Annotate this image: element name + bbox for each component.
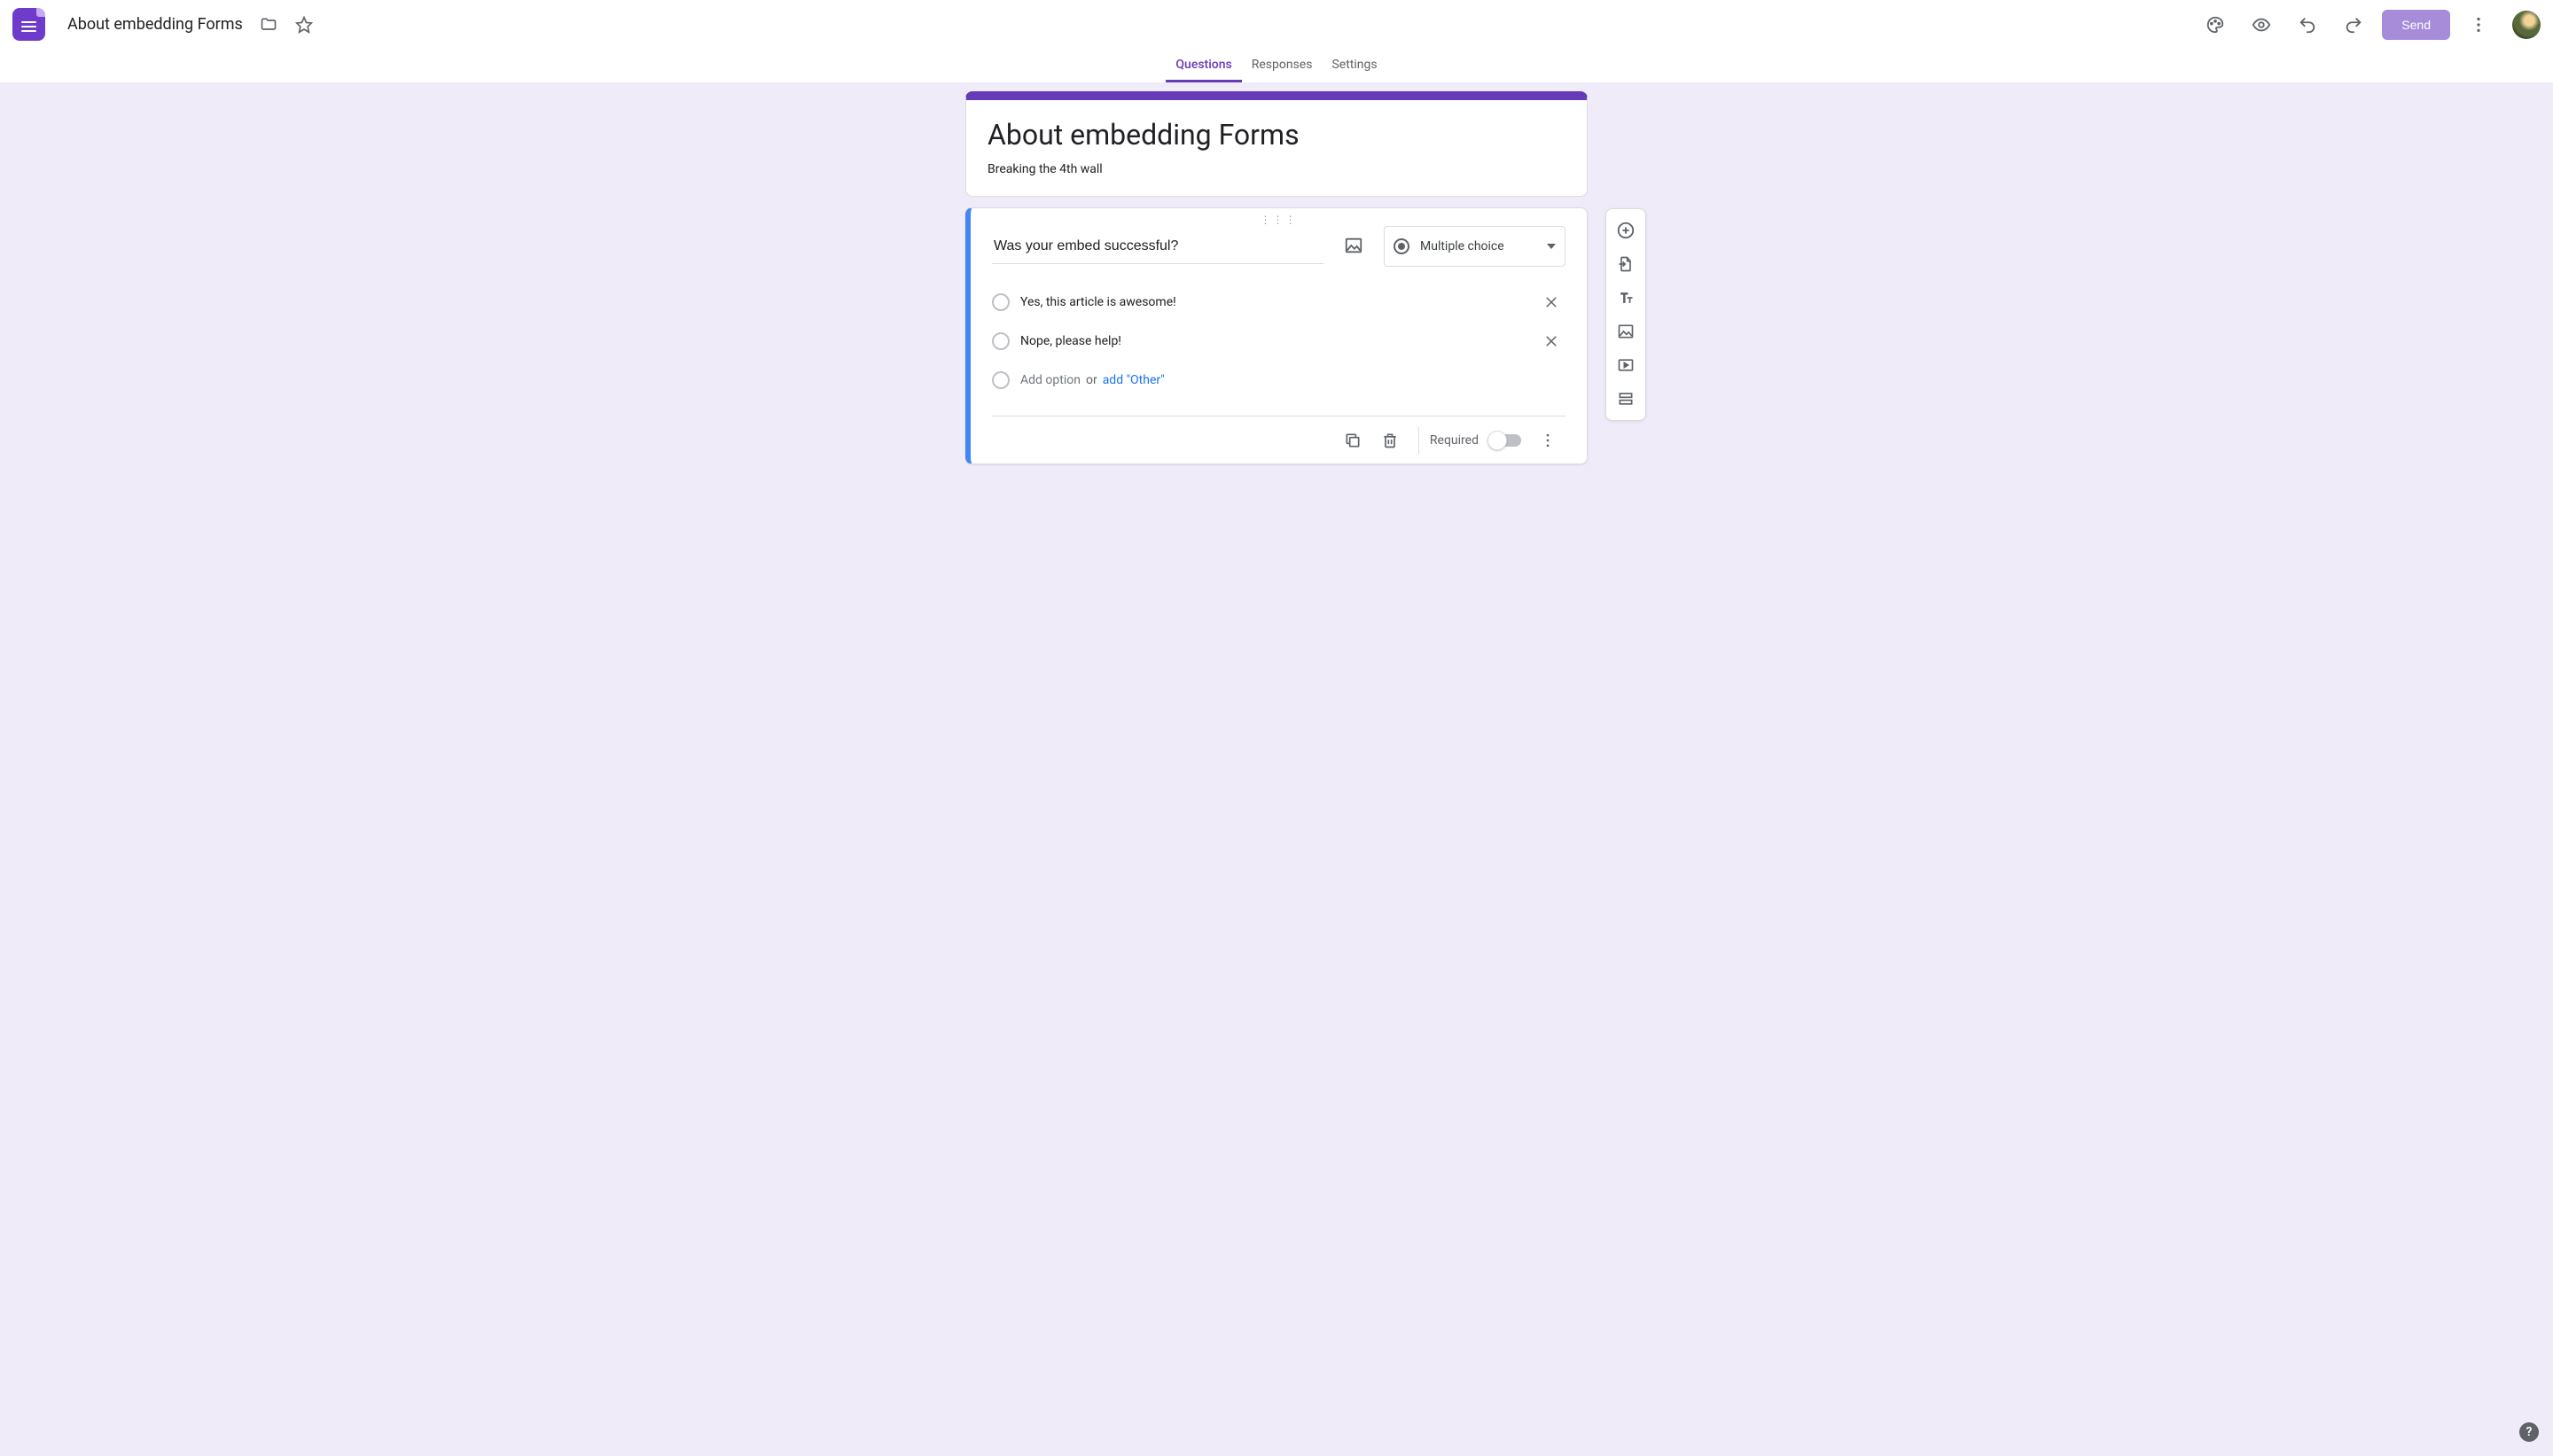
preview-button[interactable] [2244,7,2279,43]
tab-settings[interactable]: Settings [1322,49,1386,82]
question-more-button[interactable] [1530,423,1565,458]
add-image-to-question-button[interactable] [1338,230,1370,261]
trash-icon [1381,432,1399,449]
video-icon [1617,356,1635,374]
tab-questions[interactable]: Questions [1166,49,1241,82]
question-text-input[interactable] [992,231,1323,264]
redo-icon [2344,15,2363,35]
plus-circle-icon [1616,221,1636,240]
close-icon [1543,333,1559,349]
duplicate-question-button[interactable] [1335,423,1370,458]
import-icon [1617,255,1635,273]
or-label: or [1086,373,1097,387]
floating-toolbar [1605,208,1646,421]
option-row: Nope, please help! [992,322,1565,361]
divider [1418,427,1419,454]
form-header-card[interactable]: About embedding Forms Breaking the 4th w… [965,91,1588,197]
star-icon [295,16,313,34]
palette-icon [2206,15,2225,35]
account-avatar[interactable] [2512,11,2541,39]
close-icon [1543,294,1559,310]
form-description[interactable]: Breaking the 4th wall [988,162,1565,176]
delete-question-button[interactable] [1372,423,1408,458]
send-button[interactable]: Send [2382,10,2450,40]
question-type-dropdown[interactable]: Multiple choice [1384,226,1565,267]
add-option-row: Add option or add "Other" [992,361,1565,400]
chevron-down-icon [1547,244,1556,249]
add-other-button[interactable]: add "Other" [1103,373,1165,387]
app-topbar: About embedding Forms Send [0,0,2553,49]
radio-icon [1394,238,1409,254]
option-text-input[interactable]: Nope, please help! [1020,334,1537,348]
add-image-button[interactable] [1610,315,1642,347]
form-canvas: About embedding Forms Breaking the 4th w… [0,82,2553,1456]
option-radio-icon [992,332,1010,350]
add-title-button[interactable] [1610,282,1642,314]
text-icon [1617,289,1635,307]
move-to-folder-button[interactable] [254,11,283,39]
import-questions-button[interactable] [1610,248,1642,280]
help-button[interactable]: ? [2519,1422,2539,1442]
form-title[interactable]: About embedding Forms [988,118,1565,152]
add-question-button[interactable] [1610,214,1642,246]
add-option-button[interactable]: Add option [1020,373,1081,387]
more-vertical-icon [1539,432,1557,449]
undo-icon [2298,15,2317,35]
redo-button[interactable] [2336,7,2371,43]
option-row: Yes, this article is awesome! [992,283,1565,322]
image-icon [1344,236,1363,255]
required-toggle[interactable] [1489,434,1521,447]
topbar-actions: Send [2198,7,2541,43]
question-type-label: Multiple choice [1420,239,1504,253]
duplicate-icon [1344,432,1362,449]
editor-tabs: Questions Responses Settings [0,49,2553,82]
question-footer: Required [992,416,1565,463]
forms-logo-icon[interactable] [12,8,45,41]
form-container: About embedding Forms Breaking the 4th w… [965,91,1588,464]
remove-option-button[interactable] [1537,288,1565,316]
undo-button[interactable] [2290,7,2325,43]
option-radio-icon [992,371,1010,389]
drag-handle-icon[interactable]: ⋮⋮⋮ [1261,214,1298,226]
eye-icon [2252,15,2271,35]
option-text-input[interactable]: Yes, this article is awesome! [1020,295,1537,309]
remove-option-button[interactable] [1537,327,1565,355]
more-menu-button[interactable] [2461,7,2496,43]
options-list: Yes, this article is awesome! Nope, plea… [992,283,1565,400]
document-title[interactable]: About embedding Forms [63,12,247,36]
image-icon [1617,323,1635,340]
option-radio-icon [992,293,1010,311]
add-video-button[interactable] [1610,349,1642,381]
more-vertical-icon [2469,15,2488,35]
required-label: Required [1430,433,1479,448]
folder-icon [260,16,277,34]
section-icon [1617,390,1635,408]
tab-responses[interactable]: Responses [1242,49,1323,82]
add-section-button[interactable] [1610,383,1642,415]
question-card[interactable]: ⋮⋮⋮ Multiple choice Yes, this artic [965,207,1588,464]
customize-theme-button[interactable] [2198,7,2233,43]
star-button[interactable] [290,11,318,39]
